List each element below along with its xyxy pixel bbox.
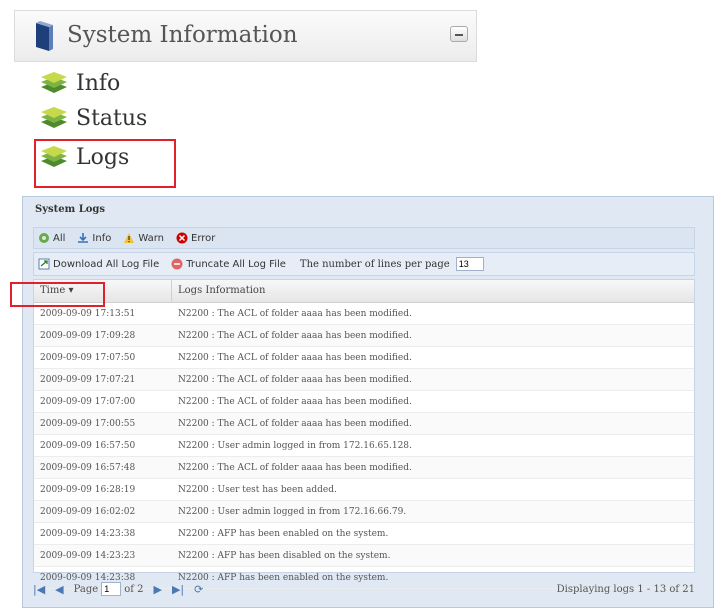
table-row[interactable]: 2009-09-09 14:23:38 N2200 : AFP has been … xyxy=(34,523,694,545)
log-info-cell: N2200 : AFP has been enabled on the syst… xyxy=(178,528,389,539)
pagination-status: Displaying logs 1 - 13 of 21 xyxy=(556,583,695,595)
table-body: 2009-09-09 17:13:51 N2200 : The ACL of fo… xyxy=(34,303,694,589)
last-page-icon[interactable]: ▶| xyxy=(172,583,184,596)
log-time-cell: 2009-09-09 17:00:55 xyxy=(40,418,136,429)
filter-info-button[interactable]: Info xyxy=(77,232,111,244)
log-time-cell: 2009-09-09 14:23:23 xyxy=(40,550,136,561)
filter-error-label: Error xyxy=(191,232,216,244)
log-info-cell: N2200 : The ACL of folder aaaa has been … xyxy=(178,374,412,385)
first-page-icon[interactable]: |◀ xyxy=(33,583,45,596)
table-row[interactable]: 2009-09-09 17:09:28 N2200 : The ACL of fo… xyxy=(34,325,694,347)
log-time-cell: 2009-09-09 16:28:19 xyxy=(40,484,136,495)
log-info-cell: N2200 : The ACL of folder aaaa has been … xyxy=(178,330,412,341)
nav-item-info[interactable]: Info xyxy=(40,66,120,100)
nav-item-label: Status xyxy=(76,105,148,131)
collapse-button[interactable] xyxy=(450,26,468,42)
table-row[interactable]: 2009-09-09 17:07:21 N2200 : The ACL of fo… xyxy=(34,369,694,391)
log-info-cell: N2200 : The ACL of folder aaaa has been … xyxy=(178,308,412,319)
warning-icon xyxy=(124,233,135,243)
download-log-label: Download All Log File xyxy=(53,258,160,270)
table-row[interactable]: 2009-09-09 16:57:50 N2200 : User admin lo… xyxy=(34,435,694,457)
log-level-toolbar: All Info Warn Error xyxy=(33,227,695,249)
pagination-bar: |◀ ◀ Page of 2 ▶ ▶| ⟳ Displaying logs 1 … xyxy=(33,577,695,601)
log-time-cell: 2009-09-09 17:13:51 xyxy=(40,308,136,319)
log-time-cell: 2009-09-09 17:07:21 xyxy=(40,374,136,385)
filter-warn-label: Warn xyxy=(138,232,164,244)
table-row[interactable]: 2009-09-09 17:00:55 N2200 : The ACL of fo… xyxy=(34,413,694,435)
truncate-icon xyxy=(171,258,183,270)
nav-item-label: Info xyxy=(76,70,121,96)
table-header: Time ▾ Logs Information xyxy=(34,280,694,303)
error-icon xyxy=(176,232,188,244)
all-icon xyxy=(39,233,49,243)
download-log-button[interactable]: Download All Log File xyxy=(38,258,159,270)
layers-icon xyxy=(41,72,67,93)
log-actions-toolbar: Download All Log File Truncate All Log F… xyxy=(33,252,695,276)
info-column-header[interactable]: Logs Information xyxy=(172,280,694,302)
table-row[interactable]: 2009-09-09 17:07:50 N2200 : The ACL of fo… xyxy=(34,347,694,369)
log-info-cell: N2200 : User admin logged in from 172.16… xyxy=(178,506,407,517)
refresh-icon[interactable]: ⟳ xyxy=(194,583,203,596)
table-row[interactable]: 2009-09-09 17:13:51 N2200 : The ACL of fo… xyxy=(34,303,694,325)
log-info-cell: N2200 : User admin logged in from 172.16… xyxy=(178,440,412,451)
system-information-header: System Information xyxy=(14,10,477,62)
lines-per-page-input[interactable] xyxy=(455,257,484,271)
log-info-cell: N2200 : The ACL of folder aaaa has been … xyxy=(178,418,412,429)
log-info-cell: N2200 : The ACL of folder aaaa has been … xyxy=(178,396,412,407)
page-count-label: of 2 xyxy=(124,583,144,595)
nav-item-status[interactable]: Status xyxy=(40,101,147,135)
log-time-cell: 2009-09-09 14:23:38 xyxy=(40,528,136,539)
table-row[interactable]: 2009-09-09 14:23:23 N2200 : AFP has been … xyxy=(34,545,694,567)
filter-all-button[interactable]: All xyxy=(38,232,65,244)
table-row[interactable]: 2009-09-09 16:28:19 N2200 : User test has… xyxy=(34,479,694,501)
filter-warn-button[interactable]: Warn xyxy=(123,232,164,244)
log-time-cell: 2009-09-09 16:57:50 xyxy=(40,440,136,451)
layers-icon xyxy=(41,107,67,128)
table-row[interactable]: 2009-09-09 16:57:48 N2200 : The ACL of fo… xyxy=(34,457,694,479)
download-file-icon xyxy=(38,258,50,270)
info-download-icon xyxy=(78,233,89,243)
filter-info-label: Info xyxy=(92,232,112,244)
log-time-cell: 2009-09-09 16:02:02 xyxy=(40,506,136,517)
filter-all-label: All xyxy=(53,232,66,244)
table-row[interactable]: 2009-09-09 16:02:02 N2200 : User admin lo… xyxy=(34,501,694,523)
log-info-cell: N2200 : The ACL of folder aaaa has been … xyxy=(178,462,412,473)
log-info-cell: N2200 : The ACL of folder aaaa has been … xyxy=(178,352,412,363)
lines-per-page-label: The number of lines per page xyxy=(299,258,450,270)
system-logs-panel: System Logs All Info Warn Error Download… xyxy=(22,196,714,608)
log-info-cell: N2200 : AFP has been disabled on the sys… xyxy=(178,550,391,561)
previous-page-icon[interactable]: ◀ xyxy=(55,583,63,596)
page-label: Page xyxy=(73,583,99,595)
next-page-icon[interactable]: ▶ xyxy=(153,583,161,596)
log-time-cell: 2009-09-09 16:57:48 xyxy=(40,462,136,473)
page-title: System Information xyxy=(67,22,298,48)
filter-error-button[interactable]: Error xyxy=(176,232,215,244)
log-time-cell: 2009-09-09 17:09:28 xyxy=(40,330,136,341)
logs-table: Time ▾ Logs Information 2009-09-09 17:13… xyxy=(33,279,695,589)
time-column-highlight-box xyxy=(10,282,105,307)
truncate-log-label: Truncate All Log File xyxy=(186,258,286,270)
truncate-log-button[interactable]: Truncate All Log File xyxy=(171,258,286,270)
system-book-icon xyxy=(36,21,53,51)
panel-title: System Logs xyxy=(35,204,106,215)
page-number-input[interactable] xyxy=(101,582,122,596)
logs-highlight-box xyxy=(34,139,176,188)
log-time-cell: 2009-09-09 17:07:50 xyxy=(40,352,136,363)
log-time-cell: 2009-09-09 17:07:00 xyxy=(40,396,136,407)
table-row[interactable]: 2009-09-09 17:07:00 N2200 : The ACL of fo… xyxy=(34,391,694,413)
log-info-cell: N2200 : User test has been added. xyxy=(178,484,337,495)
